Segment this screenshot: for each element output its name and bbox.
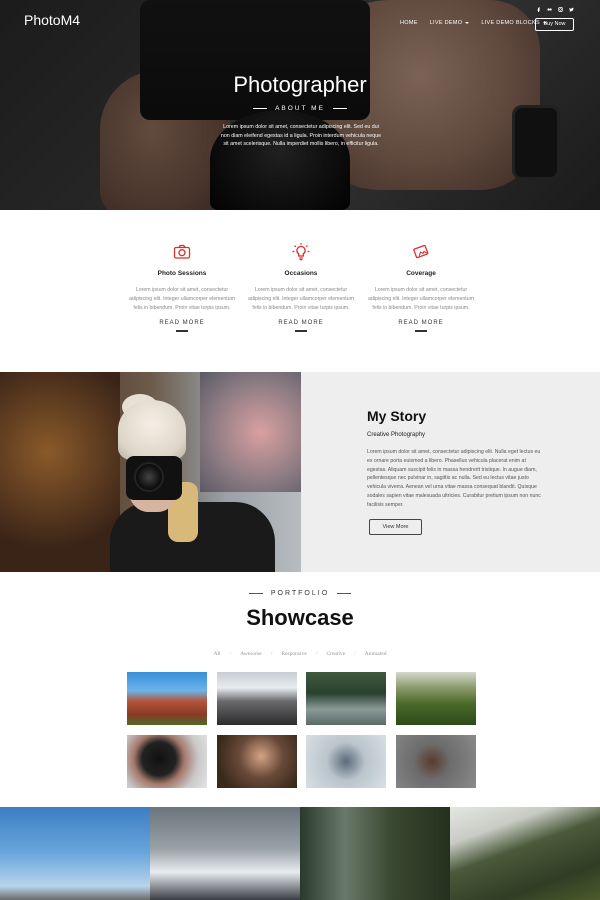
divider-line (332, 107, 347, 109)
filter-label: All (213, 651, 221, 657)
filter-separator: / (270, 651, 273, 657)
photos-icon (411, 242, 431, 262)
service-title: Coverage (406, 270, 436, 277)
portfolio-filters: All / Awesome / Responsive / Creative / Anim… (0, 651, 600, 657)
portfolio-thumb-camera-hands[interactable] (127, 735, 207, 788)
flickr-icon[interactable] (547, 7, 552, 12)
service-photo-sessions: Photo Sessions Lorem ipsum dolor sit ame… (127, 242, 237, 332)
twitter-icon[interactable] (569, 7, 574, 12)
hero-section: PhotoM4 HOME LIVE DEMO LIVE DEMO BLOCKS … (0, 0, 600, 210)
main-menu: HOME LIVE DEMO LIVE DEMO BLOCKS (400, 20, 547, 26)
showcase-title: Showcase (246, 605, 354, 630)
read-more-link[interactable]: READ MORE (127, 320, 237, 326)
service-text: Lorem ipsum dolor sit amet, consectetur … (368, 287, 474, 311)
portfolio-label: PORTFOLIO (0, 590, 600, 597)
lightbulb-icon (291, 242, 311, 262)
filter-label: Responsive (281, 651, 307, 657)
portfolio-thumb-photographer-rock[interactable] (396, 735, 476, 788)
instagram-icon[interactable] (558, 7, 563, 12)
portfolio-thumb-bridge[interactable] (306, 672, 386, 725)
filter-separator: / (315, 651, 318, 657)
filter-creative[interactable]: Creative / (326, 651, 364, 657)
divider-line (295, 330, 307, 332)
portfolio-thumb-photographer-snow[interactable] (306, 735, 386, 788)
chevron-down-icon (465, 22, 470, 24)
divider-line (176, 330, 188, 332)
portfolio-thumb-canyon[interactable] (127, 672, 207, 725)
filter-separator: / (354, 651, 356, 657)
service-coverage: Coverage Lorem ipsum dolor sit amet, con… (366, 242, 476, 332)
nav-live-demo-label: LIVE DEMO (429, 20, 463, 26)
filter-label: Creative (326, 651, 346, 657)
hero-title: Photographer (233, 72, 367, 97)
filter-all[interactable]: All / (214, 651, 241, 657)
portfolio-thumb-photographer-street[interactable] (217, 735, 297, 788)
nav-home[interactable]: HOME (400, 20, 418, 26)
service-text: Lorem ipsum dolor sit amet, consectetur … (129, 287, 235, 311)
filter-awesome[interactable]: Awesome / (240, 651, 281, 657)
gallery-strip-peaks (150, 807, 300, 900)
divider-line (337, 592, 352, 594)
gallery-strip-sky (0, 807, 150, 900)
camera-icon (172, 242, 192, 262)
nav-live-demo[interactable]: LIVE DEMO (430, 20, 470, 26)
filter-label: Animated (364, 651, 387, 657)
read-more-link[interactable]: READ MORE (246, 320, 356, 326)
facebook-icon[interactable] (536, 7, 541, 12)
portfolio-thumb-valley[interactable] (396, 672, 476, 725)
divider-line (415, 330, 427, 332)
gallery-strip-hill (450, 807, 600, 900)
buy-now-button[interactable]: Buy Now (535, 18, 574, 31)
story-text: Lorem ipsum dolor sit amet, consectetur … (367, 449, 541, 508)
story-subtitle: Creative Photography (367, 432, 426, 438)
portfolio-thumb-mountains[interactable] (217, 672, 297, 725)
top-navbar: PhotoM4 HOME LIVE DEMO LIVE DEMO BLOCKS … (0, 0, 600, 45)
story-photo-beanie (118, 400, 186, 460)
filter-label: Awesome (240, 651, 262, 657)
story-section: My Story Creative Photography Lorem ipsu… (301, 372, 600, 572)
portfolio-label-text: PORTFOLIO (270, 590, 330, 597)
gallery-strip-forest (300, 807, 450, 900)
service-title: Occasions (284, 270, 318, 277)
story-photo-bokeh-right (200, 372, 301, 492)
read-more-link[interactable]: READ MORE (366, 320, 476, 326)
nav-home-label: HOME (400, 20, 418, 26)
hero-subtitle: ABOUT ME (0, 105, 600, 112)
divider-line (248, 592, 263, 594)
story-photo (0, 372, 301, 572)
social-links (536, 7, 574, 12)
site-logo[interactable]: PhotoM4 (24, 12, 80, 28)
filter-animated[interactable]: Animated (365, 651, 387, 657)
story-title: My Story (367, 408, 427, 424)
filter-responsive[interactable]: Responsive / (281, 651, 326, 657)
filter-separator: / (229, 651, 232, 657)
story-photo-lens (134, 462, 164, 492)
service-title: Photo Sessions (157, 270, 207, 277)
story-photo-bokeh-left (0, 372, 120, 572)
view-more-button[interactable]: View More (369, 519, 422, 535)
hero-description: Lorem ipsum dolor sit amet, consectetur … (220, 124, 382, 147)
divider-line (253, 107, 268, 109)
services-section: Photo Sessions Lorem ipsum dolor sit ame… (0, 210, 600, 372)
service-text: Lorem ipsum dolor sit amet, consectetur … (248, 287, 354, 311)
nav-live-demo-blocks-label: LIVE DEMO BLOCKS (481, 20, 540, 26)
service-occasions: Occasions Lorem ipsum dolor sit amet, co… (246, 242, 356, 332)
hero-subtitle-text: ABOUT ME (275, 105, 325, 112)
